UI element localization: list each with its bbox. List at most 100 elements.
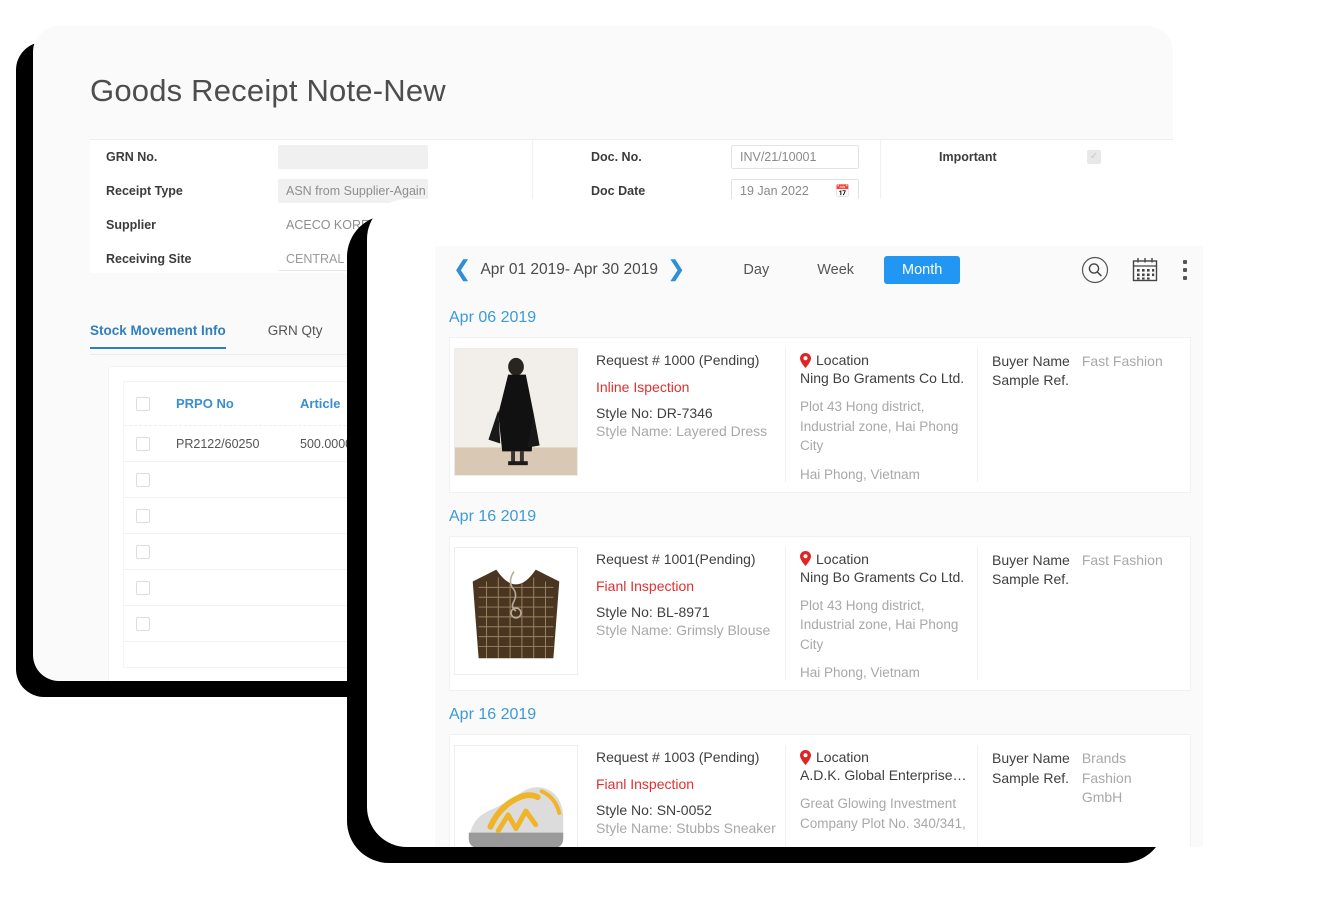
location-details: Location Ning Bo Graments Co Ltd. Plot 4… xyxy=(786,547,978,681)
tab-stock-movement-info[interactable]: Stock Movement Info xyxy=(90,323,226,349)
calendar-icon[interactable] xyxy=(1131,256,1159,284)
row-checkbox[interactable] xyxy=(136,437,150,451)
buyer-value-stack: Fast Fashion xyxy=(1082,551,1163,681)
style-name: Style Name: Grimsly Blouse xyxy=(596,622,775,638)
style-name: Style Name: Stubbs Sneaker xyxy=(596,820,775,836)
day-group-header: Apr 16 2019 xyxy=(435,493,1203,536)
inspection-type: Inline Ispection xyxy=(596,379,775,395)
view-button-day[interactable]: Day xyxy=(725,256,787,284)
view-button-week[interactable]: Week xyxy=(799,256,872,284)
product-thumbnail-blouse xyxy=(454,547,578,675)
buyer-label-stack: Buyer Name Sample Ref. xyxy=(992,749,1070,847)
label-supplier: Supplier xyxy=(106,218,278,232)
day-group-header: Apr 06 2019 xyxy=(435,294,1203,337)
search-icon[interactable] xyxy=(1081,256,1109,284)
location-details: Location A.D.K. Global Enterprise Co... … xyxy=(786,745,978,847)
calendar-view-switch: Day Week Month xyxy=(725,256,972,284)
buyer-name-label: Buyer Name xyxy=(992,749,1070,768)
location-header: Location xyxy=(800,749,967,765)
product-thumbnail-sneaker xyxy=(454,745,578,847)
row-checkbox[interactable] xyxy=(136,617,150,631)
buyer-details: Buyer Name Sample Ref. Brands Fashion Gm… xyxy=(978,745,1190,847)
request-number: Request # 1003 (Pending) xyxy=(596,749,775,765)
tab-grn-qty[interactable]: GRN Qty xyxy=(268,323,323,347)
page-title: Goods Receipt Note-New xyxy=(90,73,446,109)
sample-ref-label: Sample Ref. xyxy=(992,769,1070,788)
location-details: Location Ning Bo Graments Co Ltd. Plot 4… xyxy=(786,348,978,482)
column-header-prpo-no[interactable]: PRPO No xyxy=(176,396,300,411)
doc-date-value: 19 Jan 2022 xyxy=(740,184,809,198)
row-checkbox[interactable] xyxy=(136,581,150,595)
location-header: Location xyxy=(800,551,967,567)
buyer-details: Buyer Name Sample Ref. Fast Fashion xyxy=(978,547,1190,681)
chevron-right-icon[interactable]: ❯ xyxy=(662,259,690,281)
location-pin-icon xyxy=(800,551,811,566)
label-grn-no: GRN No. xyxy=(106,150,278,164)
request-details: Request # 1000 (Pending) Inline Ispectio… xyxy=(578,348,786,482)
location-label: Location xyxy=(816,749,869,765)
row-checkbox[interactable] xyxy=(136,509,150,523)
style-no: Style No: BL-8971 xyxy=(596,604,775,620)
input-doc-no[interactable]: INV/21/10001 xyxy=(731,145,859,169)
row-checkbox[interactable] xyxy=(136,545,150,559)
location-address: Plot 43 Hong district, Industrial zone, … xyxy=(800,596,967,655)
request-number: Request # 1000 (Pending) xyxy=(596,352,775,368)
buyer-value-stack: Fast Fashion xyxy=(1082,352,1163,482)
style-no: Style No: DR-7346 xyxy=(596,405,775,421)
field-row-grn-no: GRN No. xyxy=(90,140,510,174)
request-details: Request # 1001(Pending) Fianl Inspection… xyxy=(578,547,786,681)
location-company: A.D.K. Global Enterprise Co... xyxy=(800,767,967,783)
field-row-doc-no: Doc. No. INV/21/10001 xyxy=(533,140,880,174)
location-address: Plot 43 Hong district, Industrial zone, … xyxy=(800,397,967,456)
location-company: Ning Bo Graments Co Ltd. xyxy=(800,569,967,585)
buyer-name-value: Brands Fashion xyxy=(1082,749,1178,788)
calendar-toolbar: ❮ Apr 01 2019- Apr 30 2019 ❯ Day Week Mo… xyxy=(435,246,1203,294)
label-doc-date: Doc Date xyxy=(591,184,731,198)
request-details: Request # 1003 (Pending) Fianl Inspectio… xyxy=(578,745,786,847)
label-receiving-site: Receiving Site xyxy=(106,252,278,266)
label-important: Important xyxy=(939,150,1087,164)
buyer-label-stack: Buyer Name Sample Ref. xyxy=(992,352,1070,482)
buyer-value-stack: Brands Fashion GmbH xyxy=(1082,749,1178,847)
select-all-checkbox[interactable] xyxy=(136,397,150,411)
inspection-type: Fianl Inspection xyxy=(596,578,775,594)
calendar-toolbar-icons xyxy=(1059,256,1203,284)
sample-ref-value: GmbH xyxy=(1082,788,1178,807)
label-receipt-type: Receipt Type xyxy=(106,184,278,198)
inspection-request-card[interactable]: Request # 1000 (Pending) Inline Ispectio… xyxy=(449,337,1191,493)
inspection-type: Fianl Inspection xyxy=(596,776,775,792)
buyer-name-value: Fast Fashion xyxy=(1082,352,1163,371)
row-checkbox[interactable] xyxy=(136,473,150,487)
style-name: Style Name: Layered Dress xyxy=(596,423,775,439)
checkbox-important[interactable]: ✓ xyxy=(1087,150,1101,164)
view-button-month[interactable]: Month xyxy=(884,256,960,284)
inspection-request-card[interactable]: Request # 1001(Pending) Fianl Inspection… xyxy=(449,536,1191,692)
buyer-details: Buyer Name Sample Ref. Fast Fashion xyxy=(978,348,1190,482)
chevron-left-icon[interactable]: ❮ xyxy=(448,259,476,281)
buyer-name-label: Buyer Name xyxy=(992,352,1070,371)
location-pin-icon xyxy=(800,750,811,765)
receipt-type-value: ASN from Supplier-Again xyxy=(286,184,426,198)
date-range-label: Apr 01 2019- Apr 30 2019 xyxy=(476,261,662,279)
field-row-important: Important ✓ xyxy=(881,140,1173,174)
location-address: Great Glowing Investment Company Plot No… xyxy=(800,794,967,833)
location-label: Location xyxy=(816,352,869,368)
location-company: Ning Bo Graments Co Ltd. xyxy=(800,370,967,386)
input-grn-no[interactable] xyxy=(278,145,428,169)
label-doc-no: Doc. No. xyxy=(591,150,731,164)
location-label: Location xyxy=(816,551,869,567)
calendar-event-list[interactable]: Apr 06 2019 xyxy=(435,294,1203,847)
buyer-name-label: Buyer Name xyxy=(992,551,1070,570)
location-city: Hai Phong, Vietnam xyxy=(800,665,967,680)
screenshot-stage: Goods Receipt Note-New GRN No. Receipt T… xyxy=(0,0,1329,924)
calendar-icon[interactable]: 📅 xyxy=(835,184,850,198)
inspection-request-card[interactable]: Request # 1003 (Pending) Fianl Inspectio… xyxy=(449,734,1191,847)
style-no: Style No: SN-0052 xyxy=(596,802,775,818)
product-thumbnail-dress xyxy=(454,348,578,476)
sample-ref-label: Sample Ref. xyxy=(992,570,1070,589)
day-group-header: Apr 16 2019 xyxy=(435,691,1203,734)
buyer-label-stack: Buyer Name Sample Ref. xyxy=(992,551,1070,681)
kebab-menu-icon[interactable] xyxy=(1183,260,1187,280)
inspection-calendar-window: ❮ Apr 01 2019- Apr 30 2019 ❯ Day Week Mo… xyxy=(367,199,1267,847)
sample-ref-label: Sample Ref. xyxy=(992,371,1070,390)
